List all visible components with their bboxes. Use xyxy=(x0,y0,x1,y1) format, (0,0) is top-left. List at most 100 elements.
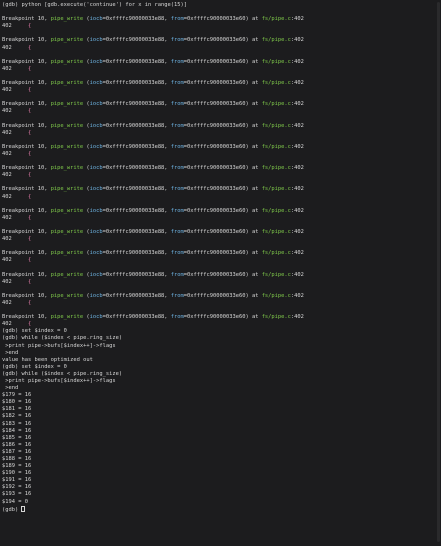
source-brace: { xyxy=(27,278,32,285)
gdb-prompt-line[interactable]: (gdb) xyxy=(2,505,438,513)
output-line: $183 = 16 xyxy=(2,420,32,427)
breakpoint-label: Breakpoint 10, xyxy=(2,250,51,257)
arg-value-from: =0xffffc90000033e60 xyxy=(183,143,246,150)
source-line-number: :402 xyxy=(290,250,304,257)
source-brace: { xyxy=(27,321,32,328)
source-line-number: :402 xyxy=(290,122,304,129)
breakpoint-hit-line: Breakpoint 10, pipe_write (iocb=0xffffc9… xyxy=(2,272,438,279)
arg-value-iocb: =0xffffc90000033e88, xyxy=(102,186,171,193)
breakpoint-label: Breakpoint 10, xyxy=(2,37,51,44)
function-name: pipe_write xyxy=(50,37,84,44)
terminal-window[interactable]: (gdb) python [gdb.execute('continue') fo… xyxy=(0,0,441,546)
output-line: $179 = 16 xyxy=(2,392,32,399)
at-keyword: ) at xyxy=(245,37,262,44)
breakpoint-hit-line: Breakpoint 10, pipe_write (iocb=0xffffc9… xyxy=(2,37,438,44)
source-line-num: 402 xyxy=(2,172,12,179)
source-file: fs/pipe.c xyxy=(261,58,291,65)
source-line-number: :402 xyxy=(290,229,304,235)
arg-name-from: from xyxy=(170,186,184,193)
breakpoint-hit-line: Breakpoint 10, pipe_write (iocb=0xffffc9… xyxy=(2,208,438,215)
function-name: pipe_write xyxy=(50,101,84,108)
source-line-number: :402 xyxy=(290,16,304,23)
source-line: 402 { xyxy=(2,236,438,243)
function-name: pipe_write xyxy=(50,250,84,257)
source-line: 402 { xyxy=(2,215,438,222)
breakpoint-hit-line: Breakpoint 10, pipe_write (iocb=0xffffc9… xyxy=(2,101,438,108)
function-name: pipe_write xyxy=(50,271,84,278)
arg-value-iocb: =0xffffc90000033e88, xyxy=(102,37,171,44)
arg-value-iocb: =0xffffc90000033e88, xyxy=(102,16,171,23)
source-line-num: 402 xyxy=(2,257,12,264)
source-line-num: 402 xyxy=(2,23,12,30)
source-line: 402 { xyxy=(2,151,438,158)
source-line-num: 402 xyxy=(2,44,12,51)
source-line-number: :402 xyxy=(290,186,304,193)
arg-name-iocb: iocb xyxy=(89,292,103,299)
breakpoint-label: Breakpoint 10, xyxy=(2,80,51,87)
breakpoint-label: Breakpoint 10, xyxy=(2,292,51,299)
source-file: fs/pipe.c xyxy=(261,207,291,214)
function-name: pipe_write xyxy=(50,229,84,235)
arg-value-iocb: =0xffffc90000033e88, xyxy=(102,165,171,172)
arg-name-iocb: iocb xyxy=(89,37,103,44)
breakpoint-hit-line: Breakpoint 10, pipe_write (iocb=0xffffc9… xyxy=(2,165,438,172)
python-command-line: (gdb) python [gdb.execute('continue') fo… xyxy=(2,2,187,8)
scrollbar[interactable] xyxy=(437,2,440,542)
source-line-number: :402 xyxy=(290,292,304,299)
breakpoint-hit-line: Breakpoint 10, pipe_write (iocb=0xffffc9… xyxy=(2,59,438,66)
source-line: 402 { xyxy=(2,66,438,73)
arg-name-iocb: iocb xyxy=(89,250,103,257)
source-line-num: 402 xyxy=(2,299,12,306)
arg-value-from: =0xffffc90000033e60 xyxy=(183,165,246,172)
arg-name-iocb: iocb xyxy=(89,101,103,108)
arg-name-from: from xyxy=(170,37,184,44)
breakpoint-hit-line: Breakpoint 10, pipe_write (iocb=0xffffc9… xyxy=(2,123,438,130)
output-line: $181 = 16 xyxy=(2,406,32,413)
at-keyword: ) at xyxy=(245,207,262,214)
arg-name-iocb: iocb xyxy=(89,16,103,23)
arg-value-from: =0xffffc90000033e60 xyxy=(183,271,246,278)
arg-name-from: from xyxy=(170,229,184,235)
source-line-number: :402 xyxy=(290,37,304,44)
at-keyword: ) at xyxy=(245,101,262,108)
arg-value-iocb: =0xffffc90000033e88, xyxy=(102,292,171,299)
source-line: 402 { xyxy=(2,300,438,307)
arg-value-from: =0xffffc90000033e60 xyxy=(183,122,246,129)
source-brace: { xyxy=(27,108,32,115)
source-brace: { xyxy=(27,236,32,243)
output-line: $182 = 16 xyxy=(2,413,32,420)
source-file: fs/pipe.c xyxy=(261,80,291,87)
breakpoint-label: Breakpoint 10, xyxy=(2,143,51,150)
source-file: fs/pipe.c xyxy=(261,314,291,321)
arg-value-iocb: =0xffffc90000033e88, xyxy=(102,101,171,108)
arg-name-from: from xyxy=(170,250,184,257)
output-line: $189 = 16 xyxy=(2,463,32,470)
arg-value-from: =0xffffc90000033e60 xyxy=(183,16,246,23)
source-line-num: 402 xyxy=(2,321,12,328)
at-keyword: ) at xyxy=(245,271,262,278)
breakpoint-hit-line: Breakpoint 10, pipe_write (iocb=0xffffc9… xyxy=(2,229,438,236)
output-line: value has been optimized out xyxy=(2,356,93,363)
source-line-number: :402 xyxy=(290,58,304,65)
source-brace: { xyxy=(27,150,32,157)
arg-name-from: from xyxy=(170,165,184,172)
source-brace: { xyxy=(27,129,32,136)
arg-value-iocb: =0xffffc90000033e88, xyxy=(102,58,171,65)
at-keyword: ) at xyxy=(245,80,262,87)
output-line: $194 = 0 xyxy=(2,498,28,505)
source-file: fs/pipe.c xyxy=(261,37,291,44)
gdb-prompt: (gdb) xyxy=(2,506,22,513)
arg-value-from: =0xffffc90000033e60 xyxy=(183,292,246,299)
source-line-num: 402 xyxy=(2,278,12,285)
arg-name-from: from xyxy=(170,314,184,321)
source-file: fs/pipe.c xyxy=(261,292,291,299)
function-name: pipe_write xyxy=(50,165,84,172)
breakpoint-hit-line: Breakpoint 10, pipe_write (iocb=0xffffc9… xyxy=(2,186,438,193)
